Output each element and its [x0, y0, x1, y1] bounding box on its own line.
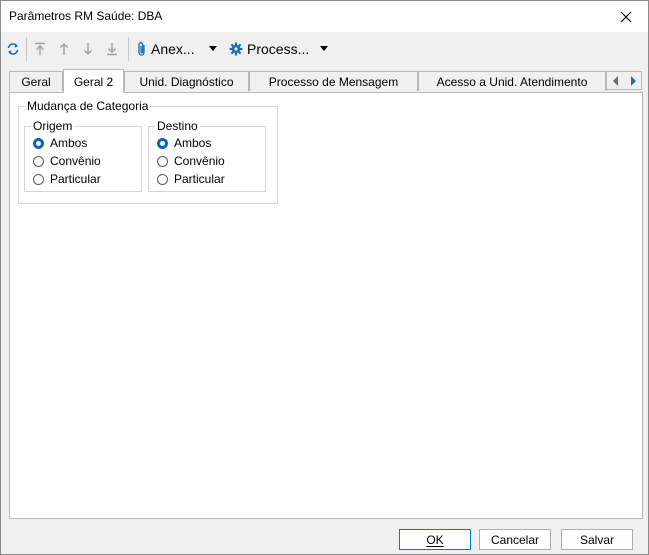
dialog-window: Parâmetros RM Saúde: DBA Anex... Process…	[0, 0, 649, 555]
toolbar: Anex... Process...	[1, 32, 648, 65]
option-label: Particular	[50, 172, 101, 186]
option-label: Ambos	[50, 136, 88, 150]
mudanca-de-categoria-group: Mudança de Categoria Origem Ambos Convên…	[18, 99, 278, 204]
save-button[interactable]: Salvar	[561, 529, 633, 550]
radio-checked-icon	[33, 137, 44, 149]
window-title: Parâmetros RM Saúde: DBA	[9, 9, 163, 23]
group-title: Mudança de Categoria	[25, 99, 151, 113]
tab-label: Geral 2	[73, 74, 114, 89]
radio-unchecked-icon	[157, 173, 168, 185]
tab-processo-de-mensagem[interactable]: Processo de Mensagem	[249, 71, 418, 91]
processos-label: Process...	[247, 41, 310, 57]
arrow-left-icon	[612, 75, 618, 86]
destino-title: Destino	[155, 119, 200, 133]
title-bar: Parâmetros RM Saúde: DBA	[1, 1, 648, 32]
origem-group: Origem Ambos Convênio Particular	[24, 119, 142, 192]
tab-unid-diagnostico[interactable]: Unid. Diagnóstico	[124, 71, 249, 91]
radio-checked-icon	[157, 137, 168, 149]
arrow-right-icon	[630, 75, 636, 86]
toolbar-separator	[26, 37, 27, 61]
cancel-label: Cancelar	[490, 532, 540, 547]
refresh-button[interactable]	[4, 38, 22, 60]
option-label: Ambos	[174, 136, 212, 150]
chevron-down-icon	[320, 46, 328, 51]
tab-label: Geral	[21, 74, 51, 89]
move-first-icon	[35, 42, 45, 55]
destino-option-ambos[interactable]: Ambos	[157, 135, 211, 151]
option-label: Convênio	[174, 154, 225, 168]
move-last-icon	[107, 43, 117, 56]
move-first-button[interactable]	[31, 38, 49, 60]
chevron-down-icon	[209, 46, 217, 51]
anexos-button[interactable]: Anex...	[137, 38, 223, 60]
refresh-icon	[7, 43, 19, 55]
close-button[interactable]	[604, 1, 648, 32]
radio-unchecked-icon	[33, 155, 44, 167]
move-up-button[interactable]	[55, 38, 73, 60]
paperclip-icon	[138, 42, 145, 56]
option-label: Convênio	[50, 154, 101, 168]
tab-geral-2[interactable]: Geral 2	[63, 69, 124, 93]
tab-label: Unid. Diagnóstico	[139, 74, 234, 89]
move-down-button[interactable]	[79, 38, 97, 60]
tab-geral[interactable]: Geral	[9, 71, 63, 91]
origem-option-convenio[interactable]: Convênio	[33, 153, 101, 169]
move-last-button[interactable]	[103, 38, 121, 60]
origem-option-particular[interactable]: Particular	[33, 171, 101, 187]
tab-label: Acesso a Unid. Atendimento	[436, 74, 588, 89]
origem-option-ambos[interactable]: Ambos	[33, 135, 87, 151]
move-down-icon	[84, 43, 92, 55]
move-up-icon	[60, 43, 68, 55]
destino-group: Destino Ambos Convênio Particular	[148, 119, 266, 192]
radio-unchecked-icon	[157, 155, 168, 167]
tab-label: Processo de Mensagem	[268, 74, 399, 89]
tab-acesso-unid-atendimento[interactable]: Acesso a Unid. Atendimento	[418, 71, 606, 91]
option-label: Particular	[174, 172, 225, 186]
origem-title: Origem	[31, 119, 75, 133]
close-icon	[620, 11, 632, 22]
tab-control: Geral Geral 2 Unid. Diagnóstico Processo…	[9, 69, 643, 519]
tab-panel-geral-2: Mudança de Categoria Origem Ambos Convên…	[9, 92, 643, 519]
tab-scroll-right-button[interactable]	[624, 72, 641, 89]
ok-button[interactable]: OK	[399, 529, 471, 550]
radio-unchecked-icon	[33, 173, 44, 185]
destino-option-particular[interactable]: Particular	[157, 171, 225, 187]
anexos-label: Anex...	[151, 41, 195, 57]
ok-label: OK	[426, 532, 444, 547]
tab-scroll-left-button[interactable]	[607, 72, 624, 89]
toolbar-separator	[128, 37, 129, 61]
tab-scroll-buttons	[606, 71, 642, 90]
processos-button[interactable]: Process...	[229, 38, 329, 60]
destino-option-convenio[interactable]: Convênio	[157, 153, 225, 169]
save-label: Salvar	[579, 532, 614, 547]
cancel-button[interactable]: Cancelar	[479, 529, 551, 550]
gear-icon	[229, 42, 243, 56]
